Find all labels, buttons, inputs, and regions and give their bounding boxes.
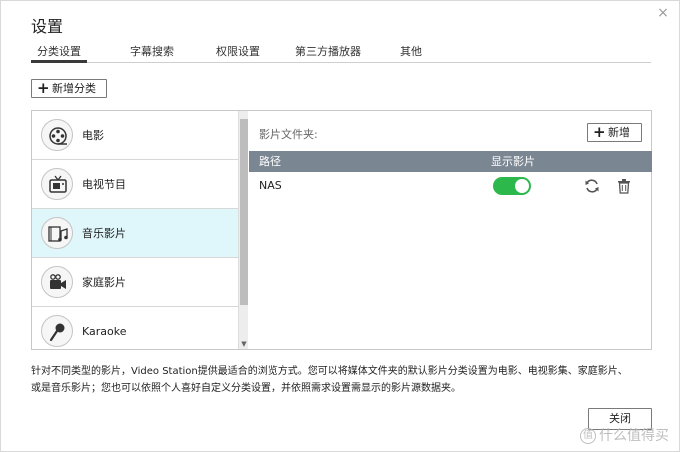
category-list: 电影 电视节目 音乐影片 家庭影片 Karaoke [32, 111, 238, 349]
table-row: NAS [249, 172, 652, 200]
category-label: 家庭影片 [82, 276, 126, 289]
category-label: Karaoke [82, 325, 127, 338]
category-label: 电视节目 [82, 178, 126, 191]
watermark: 值什么值得买 [580, 425, 669, 445]
scroll-down-icon[interactable]: ▼ [240, 340, 248, 348]
tab-other[interactable]: 其他 [393, 43, 429, 63]
tv-icon [41, 168, 73, 200]
category-label: 电影 [82, 129, 104, 142]
scroll-thumb[interactable] [240, 119, 248, 305]
column-header-show-video: 显示影片 [491, 155, 535, 168]
plus-icon: + [593, 123, 606, 141]
dialog-title: 设置 [31, 17, 64, 36]
refresh-icon[interactable] [584, 178, 600, 194]
add-category-label: 新增分类 [52, 82, 96, 95]
column-header-path: 路径 [259, 155, 281, 168]
tab-bar: 分类设置 字幕搜索 权限设置 第三方播放器 其他 [31, 43, 651, 63]
category-item-home-video[interactable]: 家庭影片 [32, 258, 238, 307]
add-folder-button[interactable]: + 新增 [587, 123, 642, 142]
show-video-toggle[interactable] [493, 177, 531, 195]
category-item-tv[interactable]: 电视节目 [32, 160, 238, 209]
folder-section-label: 影片文件夹: [259, 128, 318, 141]
tab-third-party-player[interactable]: 第三方播放器 [286, 43, 370, 63]
category-item-music-video[interactable]: 音乐影片 [32, 209, 238, 258]
description-text: 针对不同类型的影片，Video Station提供最适合的浏览方式。您可以将媒体… [31, 363, 661, 397]
microphone-icon [41, 315, 73, 347]
close-icon[interactable]: × [655, 5, 671, 21]
trash-icon[interactable] [616, 178, 632, 194]
folder-path: NAS [259, 179, 282, 192]
settings-dialog: 设置 × 分类设置 字幕搜索 权限设置 第三方播放器 其他 + 新增分类 电影 … [0, 0, 680, 452]
add-folder-label: 新增 [608, 126, 630, 139]
tab-category-settings[interactable]: 分类设置 [31, 43, 87, 63]
description-line: 或是音乐影片；您也可以依照个人喜好自定义分类设置，并依照需求设置需显示的影片源数… [31, 383, 461, 394]
add-category-button[interactable]: + 新增分类 [31, 79, 107, 98]
category-item-movie[interactable]: 电影 [32, 111, 238, 160]
tab-subtitle-search[interactable]: 字幕搜索 [117, 43, 187, 63]
category-scrollbar[interactable]: ▼ [238, 111, 248, 349]
camcorder-icon [41, 266, 73, 298]
description-line: 针对不同类型的影片，Video Station提供最适合的浏览方式。您可以将媒体… [31, 366, 628, 377]
category-panel: 电影 电视节目 音乐影片 家庭影片 Karaoke ▼ 影片文件夹: + 新增 … [31, 110, 652, 350]
toggle-knob [515, 179, 529, 193]
watermark-badge: 值 [580, 428, 596, 444]
category-item-karaoke[interactable]: Karaoke [32, 307, 238, 349]
film-reel-icon [41, 119, 73, 151]
plus-icon: + [37, 79, 50, 97]
watermark-text: 什么值得买 [599, 428, 669, 444]
category-label: 音乐影片 [82, 227, 126, 240]
folder-table-header: 路径 显示影片 [249, 151, 652, 172]
music-video-icon [41, 217, 73, 249]
tab-permission-settings[interactable]: 权限设置 [203, 43, 273, 63]
folder-panel: 影片文件夹: + 新增 路径 显示影片 NAS [249, 111, 652, 349]
